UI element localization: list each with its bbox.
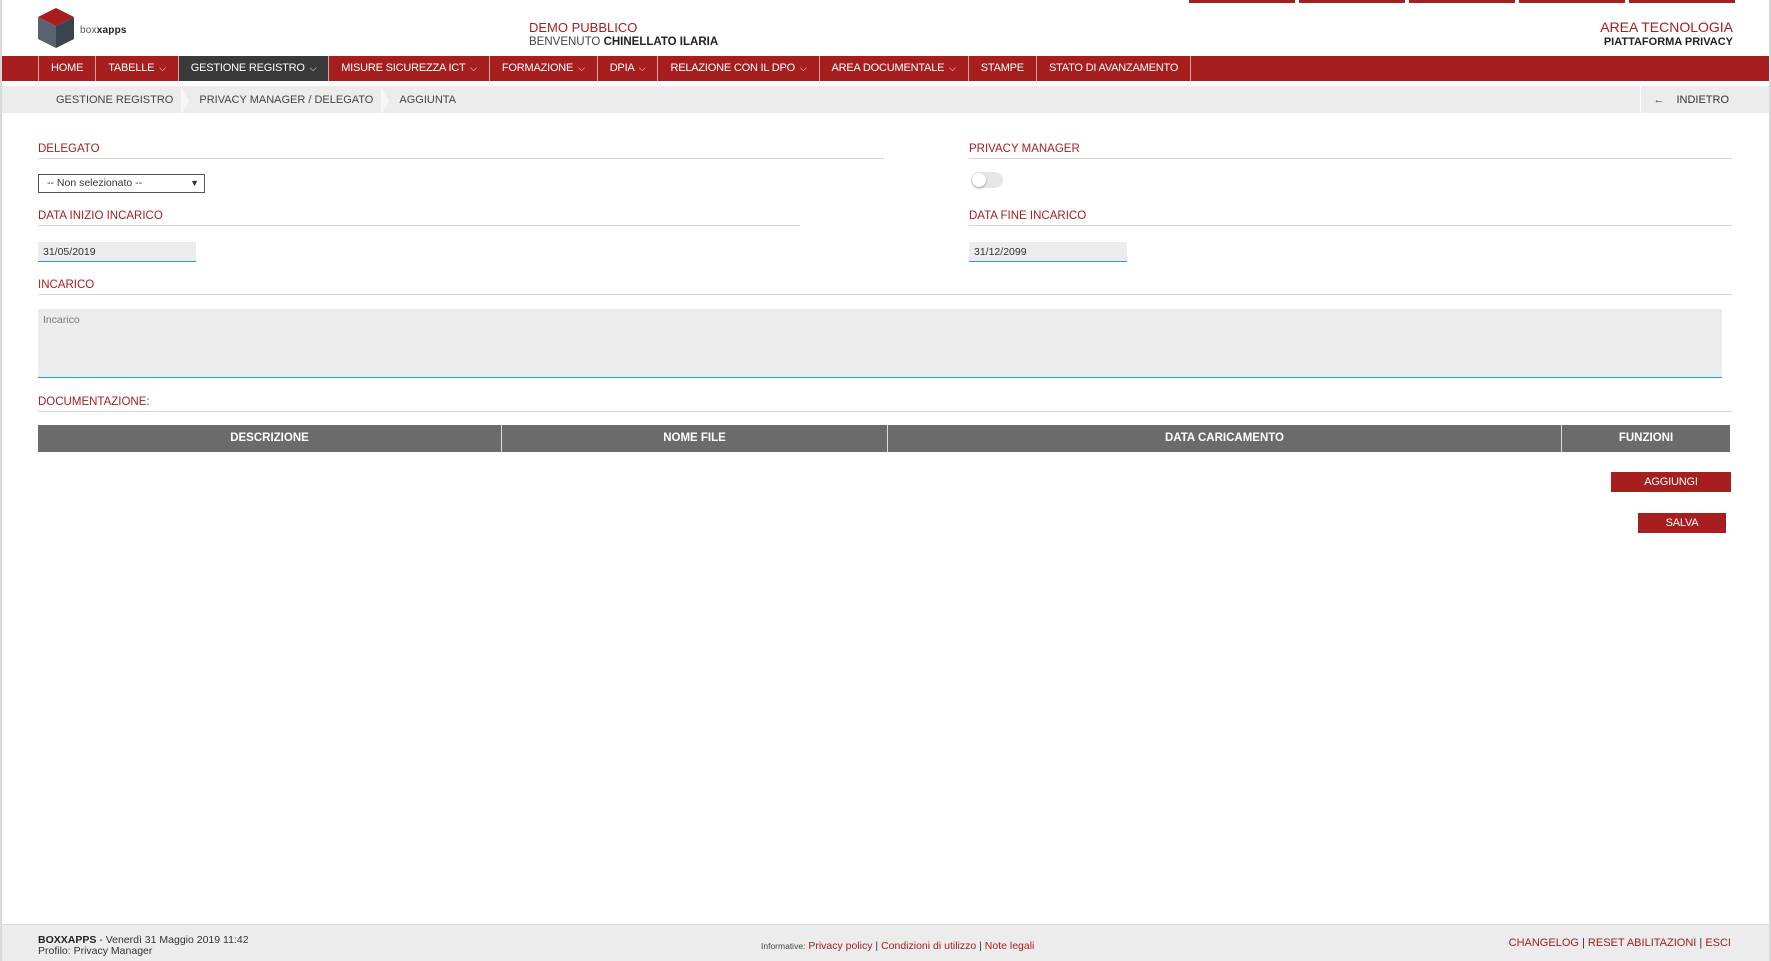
footer-legal-links: Informative: Privacy policy | Condizioni… [761, 940, 1035, 952]
org-name: DEMO PUBBLICO [529, 20, 638, 35]
breadcrumb: GESTIONE REGISTRO PRIVACY MANAGER / DELE… [56, 86, 482, 115]
main-nav: HOME TABELLE ⌵ GESTIONE REGISTRO ⌵ MISUR… [2, 56, 1769, 81]
area-name: AREA TECNOLOGIA [1600, 19, 1733, 35]
platform-name: PIATTAFORMA PRIVACY [1603, 36, 1733, 48]
documents-table-header: DESCRIZIONE NOME FILE DATA CARICAMENTO F… [38, 425, 1730, 452]
save-button[interactable]: SALVA [1638, 513, 1726, 533]
chevron-down-icon: ⌵ [578, 63, 585, 73]
terms-link[interactable]: Condizioni di utilizzo [881, 940, 976, 952]
delegato-select[interactable]: -- Non selezionato -- ▼ [38, 174, 205, 193]
documentazione-label: DOCUMENTAZIONE: [38, 396, 1732, 412]
delegato-label: DELEGATO [38, 143, 884, 159]
footer-info: BOXXAPPS - Venerdì 31 Maggio 2019 11:42 … [38, 935, 249, 957]
toggle-knob [972, 173, 986, 187]
breadcrumb-item-privacy-manager[interactable]: PRIVACY MANAGER / DELEGATO [199, 86, 390, 115]
data-inizio-label: DATA INIZIO INCARICO [38, 210, 800, 226]
reset-abilitazioni-link[interactable]: RESET ABILITAZIONI [1588, 937, 1696, 949]
nav-item-gestione-registro[interactable]: GESTIONE REGISTRO ⌵ [178, 56, 330, 81]
privacy-manager-toggle[interactable] [971, 172, 1003, 188]
footer-actions: CHANGELOG | RESET ABILITAZIONI | ESCI [1508, 937, 1731, 949]
welcome-text: BENVENUTO CHINELLATO ILARIA [529, 36, 719, 48]
chevron-down-icon: ⌵ [159, 63, 166, 73]
logout-link[interactable]: ESCI [1705, 937, 1731, 949]
logo-text: boxxapps [80, 25, 127, 36]
incarico-textarea[interactable]: Incarico [38, 309, 1722, 378]
nav-item-formazione[interactable]: FORMAZIONE ⌵ [490, 56, 598, 81]
add-document-button[interactable]: AGGIUNGI DOCUMENTO [1611, 472, 1731, 508]
header-right: AREA TECNOLOGIA PIATTAFORMA PRIVACY [1600, 20, 1733, 50]
data-fine-input[interactable]: 31/12/2099 [969, 242, 1127, 262]
breadcrumb-item-gestione-registro[interactable]: GESTIONE REGISTRO [56, 86, 190, 115]
privacy-manager-label: PRIVACY MANAGER [969, 143, 1732, 159]
data-inizio-input[interactable]: 31/05/2019 [38, 242, 196, 262]
footer-profile: Profilo: Privacy Manager [38, 945, 153, 957]
column-header-descrizione[interactable]: DESCRIZIONE [38, 425, 502, 452]
nav-item-misure-sicurezza-ict[interactable]: MISURE SICUREZZA ICT ⌵ [329, 56, 490, 81]
nav-item-relazione-dpo[interactable]: RELAZIONE CON IL DPO ⌵ [658, 56, 820, 81]
privacy-policy-link[interactable]: Privacy policy [808, 940, 872, 952]
nav-item-stampe[interactable]: STAMPE [969, 56, 1037, 81]
chevron-down-icon: ⌵ [638, 63, 646, 73]
legal-notes-link[interactable]: Note legali [985, 940, 1035, 952]
top-accent-bars [1189, 0, 1735, 3]
chevron-down-icon: ⌵ [949, 63, 956, 73]
footer: BOXXAPPS - Venerdì 31 Maggio 2019 11:42 … [2, 924, 1769, 961]
column-header-data-caricamento[interactable]: DATA CARICAMENTO [888, 425, 1562, 452]
nav-item-tabelle[interactable]: TABELLE ⌵ [96, 56, 179, 81]
nav-item-stato-avanzamento[interactable]: STATO DI AVANZAMENTO [1037, 56, 1192, 81]
column-header-nome-file[interactable]: NOME FILE [502, 425, 888, 452]
breadcrumb-item-aggiunta: AGGIUNTA [399, 93, 457, 106]
back-button[interactable]: ← INDIETRO [1640, 86, 1737, 113]
changelog-link[interactable]: CHANGELOG [1509, 937, 1579, 949]
header-center: DEMO PUBBLICO BENVENUTO CHINELLATO ILARI… [529, 20, 718, 50]
nav-item-dpia[interactable]: DPIA ⌵ [598, 56, 659, 81]
chevron-down-icon: ⌵ [470, 63, 477, 73]
incarico-label: INCARICO [38, 279, 1732, 295]
user-name: CHINELLATO ILARIA [603, 36, 719, 48]
arrow-left-icon: ← [1653, 93, 1665, 106]
data-fine-label: DATA FINE INCARICO [969, 210, 1732, 226]
nav-item-area-documentale[interactable]: AREA DOCUMENTALE ⌵ [820, 56, 969, 81]
caret-down-icon: ▼ [190, 178, 199, 188]
chevron-down-icon: ⌵ [799, 63, 807, 73]
chevron-down-icon: ⌵ [309, 63, 317, 73]
column-header-funzioni: FUNZIONI [1618, 432, 1674, 444]
nav-item-home[interactable]: HOME [39, 56, 97, 81]
breadcrumb-bar: GESTIONE REGISTRO PRIVACY MANAGER / DELE… [2, 86, 1769, 115]
